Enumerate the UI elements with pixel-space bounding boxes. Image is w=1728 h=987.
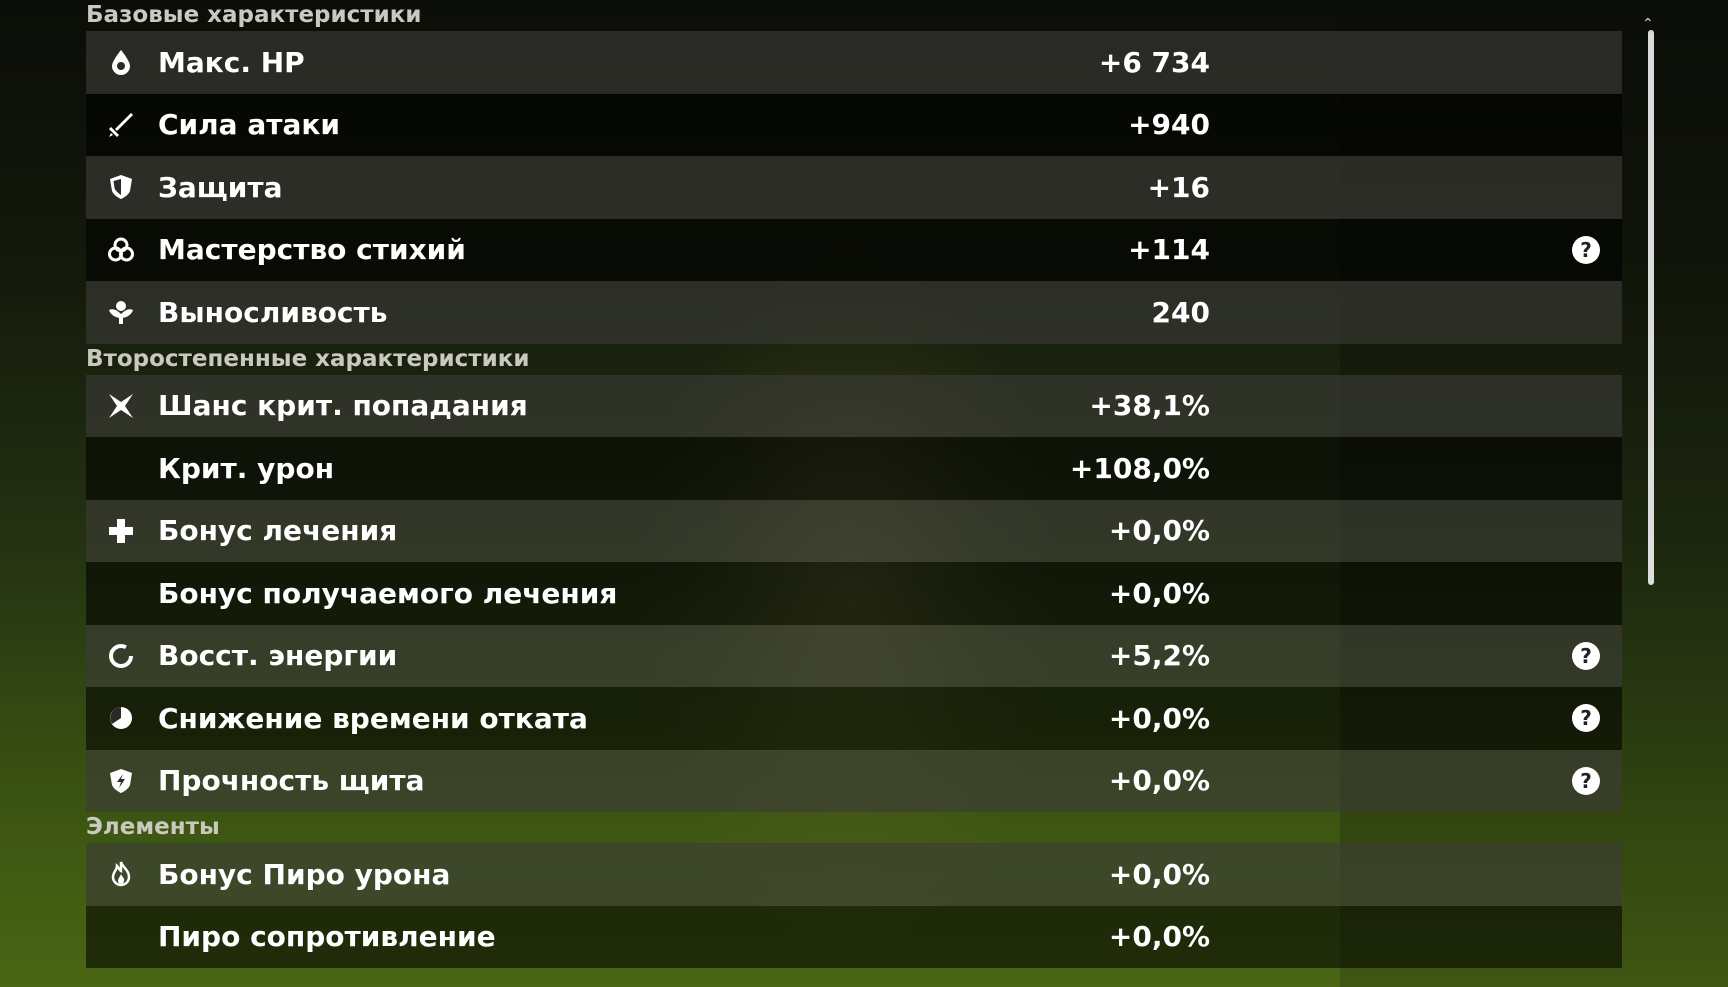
stat-label: Защита: [158, 170, 283, 204]
stat-row: Снижение времени отката +0,0%?: [86, 687, 1622, 750]
stat-row: Сила атаки +940: [86, 93, 1622, 156]
stat-row: Крит. урон +108,0%: [86, 437, 1622, 500]
stat-label: Восст. энергии: [158, 639, 398, 673]
help-icon[interactable]: ?: [1572, 704, 1600, 733]
stat-row: Выносливость 240: [86, 281, 1622, 344]
stat-row: Прочность щита +0,0%?: [86, 749, 1622, 812]
stat-value: +0,0%: [1108, 701, 1210, 735]
stat-row: Бонус Пиро урона +0,0%: [86, 843, 1622, 906]
plus-cross-icon: [105, 515, 137, 547]
stat-row: Шанс крит. попадания +38,1%: [86, 374, 1622, 437]
stat-label: Пиро сопротивление: [158, 920, 496, 954]
stat-label: Шанс крит. попадания: [158, 389, 528, 423]
stat-value: +0,0%: [1108, 576, 1210, 610]
pyro-icon: [105, 858, 137, 890]
stat-row: Бонус лечения +0,0%: [86, 499, 1622, 562]
stat-value: +0,0%: [1108, 857, 1210, 891]
stat-label: Прочность щита: [158, 764, 425, 798]
stat-label: Бонус Пиро урона: [158, 857, 451, 891]
stat-value: +0,0%: [1108, 920, 1210, 954]
cooldown-icon: [105, 702, 137, 734]
scrollbar[interactable]: [1648, 30, 1654, 585]
stats-list: Базовые характеристики Макс. HP +6 734 Сила…: [86, 0, 1622, 968]
stat-label: Бонус лечения: [158, 514, 398, 548]
shield-strength-icon: [105, 765, 137, 797]
stat-row: Защита +16: [86, 156, 1622, 219]
stat-label: Сила атаки: [158, 108, 340, 142]
stat-value: +114: [1128, 233, 1210, 267]
help-icon[interactable]: ?: [1572, 235, 1600, 264]
stat-row: Мастерство стихий +114?: [86, 218, 1622, 281]
stat-label: Бонус получаемого лечения: [158, 576, 618, 610]
stat-value: +108,0%: [1069, 451, 1210, 485]
stat-label: Макс. HP: [158, 45, 305, 79]
crit-icon: [105, 390, 137, 422]
stat-label: Мастерство стихий: [158, 233, 466, 267]
stat-label: Выносливость: [158, 295, 388, 329]
energy-recharge-icon: [105, 640, 137, 672]
stat-row: Бонус получаемого лечения +0,0%: [86, 562, 1622, 625]
stamina-icon: [105, 296, 137, 328]
shield-icon: [105, 171, 137, 203]
stat-value: +940: [1128, 108, 1210, 142]
sword-icon: [105, 109, 137, 141]
stat-label: Снижение времени отката: [158, 701, 588, 735]
stat-value: +0,0%: [1108, 514, 1210, 548]
help-icon[interactable]: ?: [1572, 641, 1600, 670]
stat-value: +6 734: [1098, 45, 1210, 79]
stat-row: Пиро сопротивление +0,0%: [86, 905, 1622, 968]
stat-row: Макс. HP +6 734: [86, 31, 1622, 94]
droplet-icon: [105, 46, 137, 78]
stat-value: +5,2%: [1108, 639, 1210, 673]
stat-value: +38,1%: [1089, 389, 1210, 423]
section-title: Второстепенные характеристики: [86, 345, 530, 372]
stat-value: +0,0%: [1108, 764, 1210, 798]
stat-label: Крит. урон: [158, 451, 335, 485]
section-title: Элементы: [86, 814, 220, 840]
elemental-mastery-icon: [105, 234, 137, 266]
help-icon[interactable]: ?: [1572, 766, 1600, 795]
stat-row: Восст. энергии +5,2%?: [86, 624, 1622, 687]
section-title: Базовые характеристики: [86, 2, 422, 28]
stat-value: 240: [1151, 295, 1210, 329]
stat-value: +16: [1147, 170, 1210, 204]
